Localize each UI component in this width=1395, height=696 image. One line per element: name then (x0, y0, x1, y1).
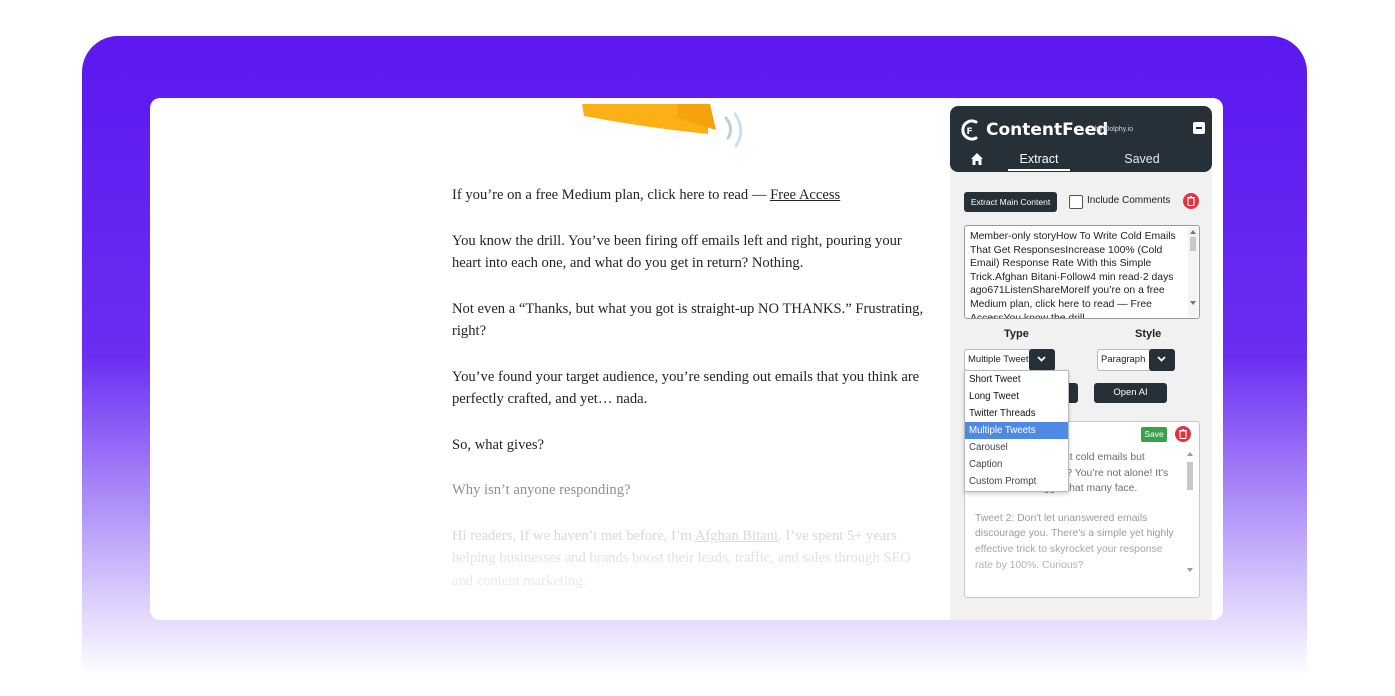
free-access-link[interactable]: Free Access (770, 187, 840, 203)
contentfeed-logo-icon: F (961, 119, 978, 141)
megaphone-illustration (582, 104, 743, 148)
output-scrollbar[interactable] (1185, 452, 1195, 572)
browser-window: If you’re on a free Medium plan, click h… (150, 98, 1223, 620)
scrollbar-thumb[interactable] (1190, 237, 1196, 251)
extracted-content-text: Member-only storyHow To Write Cold Email… (970, 231, 1176, 319)
article-paragraph-1: You know the drill. You’ve been firing o… (452, 232, 902, 272)
style-select[interactable]: Paragraph (1097, 349, 1175, 371)
article-paragraph-3: You’ve found your target audience, you’r… (452, 368, 920, 408)
contentfeed-by-text: by Dolphy.io (1095, 126, 1134, 133)
scroll-up-arrow-icon[interactable] (1190, 230, 1196, 234)
type-select[interactable]: Multiple Tweets (964, 349, 1055, 371)
style-chevron-down-icon[interactable] (1149, 349, 1175, 371)
include-comments-label[interactable]: Include Comments (1087, 195, 1170, 206)
output-scroll-up-arrow-icon[interactable] (1187, 452, 1193, 456)
article-body: If you’re on a free Medium plan, click h… (452, 184, 932, 615)
type-option-short-tweet[interactable]: Short Tweet (965, 371, 1068, 388)
author-link[interactable]: Afghan Bitani (695, 528, 778, 544)
type-option-carousel[interactable]: Carousel (965, 439, 1068, 456)
output-scrollbar-thumb[interactable] (1187, 462, 1193, 490)
svg-text:F: F (967, 127, 973, 137)
tab-saved[interactable]: Saved (1110, 152, 1174, 166)
type-label: Type (1004, 328, 1029, 340)
author-intro-text: Hi readers, If we haven’t met before, I’… (452, 527, 695, 544)
save-button[interactable]: Save (1141, 427, 1167, 442)
type-chevron-down-icon[interactable] (1029, 349, 1055, 371)
style-select-value: Paragraph (1101, 354, 1146, 365)
type-option-caption[interactable]: Caption (965, 456, 1068, 473)
output-scroll-down-arrow-icon[interactable] (1187, 568, 1193, 572)
open-ai-button[interactable]: Open AI (1094, 383, 1167, 403)
type-option-long-tweet[interactable]: Long Tweet (965, 388, 1068, 405)
minimize-icon[interactable] (1193, 122, 1205, 134)
extract-main-content-button[interactable]: Extract Main Content (964, 192, 1057, 212)
type-select-value: Multiple Tweets (968, 354, 1034, 365)
extracted-content-scrollbar[interactable] (1188, 227, 1198, 317)
type-option-custom-prompt[interactable]: Custom Prompt (965, 473, 1068, 490)
output-fade-overlay (965, 537, 1199, 597)
style-label: Style (1135, 328, 1162, 340)
type-dropdown-menu: Short Tweet Long Tweet Twitter Threads M… (964, 370, 1069, 492)
free-access-text: If you’re on a free Medium plan, click h… (452, 187, 771, 203)
contentfeed-header: F ContentFeed by Dolphy.io Extract Saved (950, 106, 1212, 172)
type-option-twitter-threads[interactable]: Twitter Threads (965, 405, 1068, 422)
include-comments-checkbox[interactable] (1069, 195, 1083, 209)
scroll-down-arrow-icon[interactable] (1190, 301, 1196, 305)
clear-output-trash-icon[interactable] (1175, 426, 1191, 442)
article-paragraph-6: Hi readers, If we haven’t met before, I’… (452, 525, 932, 593)
tab-extract[interactable]: Extract (1008, 152, 1070, 171)
type-option-multiple-tweets[interactable]: Multiple Tweets (965, 422, 1068, 439)
article-paragraph-4: So, what gives? (452, 436, 545, 453)
clear-extract-trash-icon[interactable] (1183, 193, 1199, 209)
article-pane[interactable]: If you’re on a free Medium plan, click h… (158, 104, 948, 620)
free-access-line: If you’re on a free Medium plan, click h… (452, 184, 932, 207)
article-paragraph-5: Why isn’t anyone responding? (452, 482, 631, 498)
contentfeed-panel: F ContentFeed by Dolphy.io Extract Saved… (950, 106, 1212, 620)
contentfeed-brand: ContentFeed (986, 120, 1109, 140)
extracted-content-textarea[interactable]: Member-only storyHow To Write Cold Email… (964, 225, 1200, 319)
article-paragraph-2: Not even a “Thanks, but what you got is … (452, 300, 924, 340)
home-icon[interactable] (970, 152, 984, 166)
